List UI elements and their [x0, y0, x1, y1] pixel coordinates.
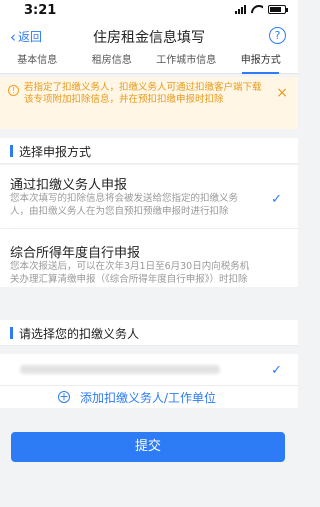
- agent-name-redacted: [20, 365, 220, 374]
- section-marker: [10, 327, 13, 339]
- section-label: 选择申报方式: [19, 145, 92, 159]
- option-desc: 您本次报送后，可以在次年3月1日至6月30日内向税务机关办理汇算清缴申报（《综合…: [10, 261, 250, 285]
- info-icon: !: [8, 85, 19, 96]
- option-title: 综合所得年度自行申报: [10, 246, 141, 261]
- check-icon: ✓: [271, 363, 282, 378]
- step-basic-info[interactable]: 基本信息: [0, 52, 75, 73]
- notice-banner: ! 若指定了扣缴义务人，扣缴义务人可通过扣缴客户端下载该专项附加扣除信息，并在预…: [0, 77, 298, 129]
- submit-button[interactable]: 提交: [11, 432, 285, 462]
- add-agent-button[interactable]: + 添加扣缴义务人/工作单位: [0, 386, 298, 408]
- notice-text: 若指定了扣缴义务人，扣缴义务人可通过扣缴客户端下载该专项附加扣除信息，并在预扣扣…: [24, 82, 262, 105]
- option-self-declare[interactable]: 综合所得年度自行申报 您本次报送后，可以在次年3月1日至6月30日内向税务机关办…: [0, 229, 298, 287]
- section-declare-method: 选择申报方式: [0, 138, 298, 164]
- option-title: 通过扣缴义务人申报: [10, 178, 128, 193]
- close-icon[interactable]: ×: [276, 86, 288, 100]
- check-icon: ✓: [271, 192, 282, 207]
- section-label: 请选择您的扣缴义务人: [19, 327, 140, 341]
- status-icons: [235, 5, 288, 14]
- step-declare-method[interactable]: 申报方式: [224, 52, 299, 74]
- add-agent-label: 添加扣缴义务人/工作单位: [80, 391, 217, 405]
- option-via-agent[interactable]: 通过扣缴义务人申报 您本次填写的扣除信息将会被发送给您指定的扣缴义务人，由扣缴义…: [0, 165, 298, 228]
- agent-item[interactable]: ✓: [0, 354, 298, 386]
- step-tabs: 基本信息 租房信息 工作城市信息 申报方式: [0, 52, 298, 74]
- status-bar: 3:21: [0, 0, 298, 20]
- page-title: 住房租金信息填写: [93, 30, 205, 46]
- status-time: 3:21: [24, 3, 57, 18]
- section-marker: [10, 145, 13, 157]
- step-rental-info[interactable]: 租房信息: [75, 52, 150, 73]
- wifi-icon: [251, 5, 263, 14]
- add-circle-icon: +: [58, 390, 70, 403]
- section-select-agent: 请选择您的扣缴义务人: [0, 320, 298, 346]
- signal-icon: [235, 5, 246, 14]
- option-desc: 您本次填写的扣除信息将会被发送给您指定的扣缴义务人，由扣缴义务人在为您自预扣预缴…: [10, 193, 239, 217]
- help-icon[interactable]: ?: [269, 27, 286, 44]
- battery-icon: [268, 5, 288, 14]
- step-work-city-info[interactable]: 工作城市信息: [149, 52, 224, 73]
- nav-bar: ‹ 返回 住房租金信息填写 ?: [0, 20, 298, 52]
